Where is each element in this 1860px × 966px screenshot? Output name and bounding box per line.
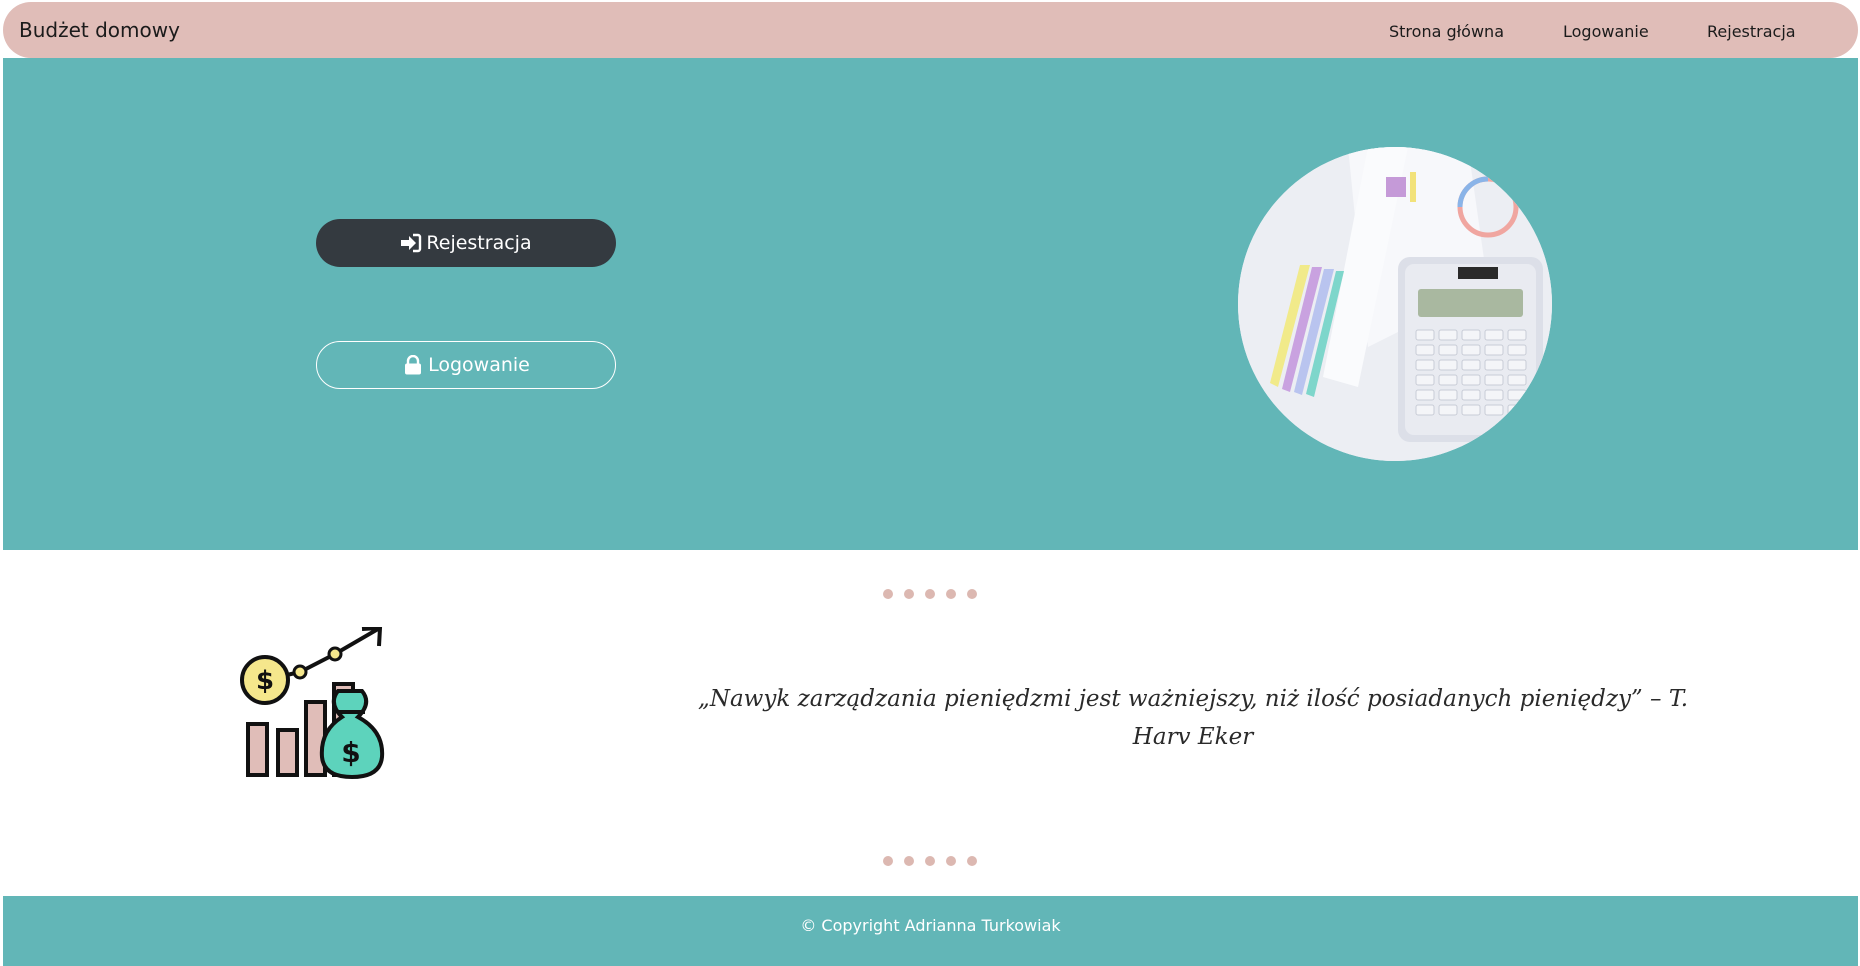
dot xyxy=(925,856,935,866)
nav-link-register[interactable]: Rejestracja xyxy=(1707,22,1796,41)
hero-section: Rejestracja Logowanie xyxy=(3,58,1858,550)
navbar: Budżet domowy Strona główna Logowanie Re… xyxy=(3,2,1858,58)
nav-link-login[interactable]: Logowanie xyxy=(1563,22,1649,41)
top-dots-divider xyxy=(883,589,977,599)
copyright-text: © Copyright Adrianna Turkowiak xyxy=(800,916,1061,935)
dot xyxy=(946,856,956,866)
dot xyxy=(904,856,914,866)
dot xyxy=(883,856,893,866)
bottom-dots-divider xyxy=(883,856,977,866)
svg-text:$: $ xyxy=(341,736,360,769)
register-button-label: Rejestracja xyxy=(426,232,532,254)
dot xyxy=(967,856,977,866)
dot xyxy=(925,589,935,599)
calculator-image xyxy=(1238,147,1552,461)
dot xyxy=(904,589,914,599)
dot xyxy=(946,589,956,599)
login-button[interactable]: Logowanie xyxy=(316,341,616,389)
footer: © Copyright Adrianna Turkowiak xyxy=(3,896,1858,966)
money-growth-icon: $ $ xyxy=(238,625,394,781)
nav-link-home[interactable]: Strona główna xyxy=(1389,22,1504,41)
quote-text: „Nawyk zarządzania pieniędzmi jest ważni… xyxy=(697,686,1689,750)
quote-section: $ $ „Nawyk zarządzania pieniędzmi jest w… xyxy=(3,550,1858,896)
brand-title[interactable]: Budżet domowy xyxy=(19,18,180,42)
dot xyxy=(883,589,893,599)
svg-text:$: $ xyxy=(256,666,274,696)
page: Budżet domowy Strona główna Logowanie Re… xyxy=(3,0,1858,966)
login-button-label: Logowanie xyxy=(428,354,530,376)
dot xyxy=(967,589,977,599)
lock-icon xyxy=(402,354,424,376)
register-button[interactable]: Rejestracja xyxy=(316,219,616,267)
sign-in-icon xyxy=(400,232,422,254)
